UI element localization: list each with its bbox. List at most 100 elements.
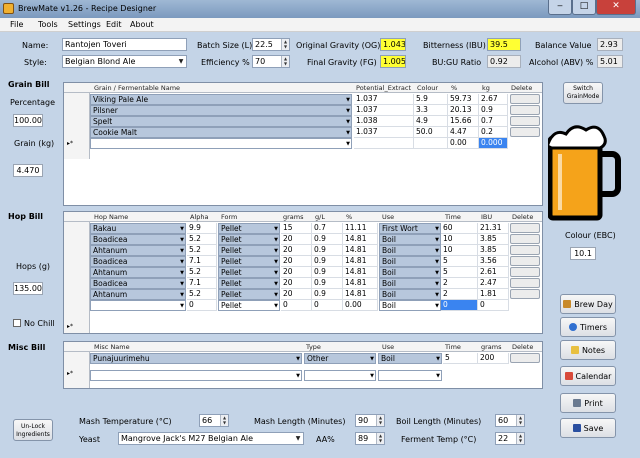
new-hop-name-cell[interactable]: ▼ [90, 300, 186, 311]
spin-arrows-icon[interactable]: ▲ ▼ [376, 433, 384, 444]
delete-row-button[interactable] [510, 278, 540, 288]
hop-form-cell[interactable]: Pellet ▼ [218, 256, 280, 267]
misc-new-name-cell[interactable]: ▼ [90, 370, 302, 381]
hop-grams-cell[interactable]: 20 [281, 289, 312, 300]
hop-form-cell[interactable]: Pellet ▼ [218, 223, 280, 234]
grain-new-kg-cell[interactable]: 0.000 [479, 138, 508, 149]
grain-colour-cell[interactable]: 4.9 [414, 116, 448, 127]
hop-alpha-cell[interactable]: 5.2 [187, 234, 217, 245]
hop-ibu-cell[interactable]: 1.81 [478, 289, 509, 300]
delete-row-button[interactable] [510, 223, 540, 233]
hop-use-cell[interactable]: Boil ▼ [379, 256, 441, 267]
menu-about[interactable]: About [130, 20, 154, 29]
hop-time-cell[interactable]: 60 [441, 223, 478, 234]
grain-colour-cell[interactable]: 50.0 [414, 127, 448, 138]
misc-new-use-cell[interactable]: ▼ [378, 370, 442, 381]
delete-row-button[interactable] [510, 234, 540, 244]
grain-colour-cell[interactable]: 5.9 [414, 94, 448, 105]
hop-form-cell[interactable]: Pellet ▼ [218, 289, 280, 300]
grain-extract-cell[interactable]: 1.037 [354, 105, 414, 116]
hop-pct-cell[interactable]: 14.81 [343, 234, 378, 245]
misc-grams-cell[interactable]: 200 [478, 353, 509, 364]
hop-ibu-cell[interactable]: 21.31 [478, 223, 509, 234]
new-hop-grams-cell[interactable]: 0 [281, 300, 312, 311]
print-button[interactable]: Print [560, 393, 616, 413]
menu-file[interactable]: File [10, 20, 23, 29]
hop-gl-cell[interactable]: 0.9 [312, 234, 343, 245]
hop-alpha-cell[interactable]: 9.9 [187, 223, 217, 234]
hop-gl-cell[interactable]: 0.9 [312, 267, 343, 278]
hop-gl-cell[interactable]: 0.7 [312, 223, 343, 234]
spin-arrows-icon[interactable]: ▲ ▼ [220, 415, 228, 426]
hop-pct-cell[interactable]: 14.81 [343, 267, 378, 278]
hop-pct-cell[interactable]: 11.11 [343, 223, 378, 234]
hop-grams-cell[interactable]: 20 [281, 278, 312, 289]
grain-extract-cell[interactable]: 1.038 [354, 116, 414, 127]
hop-alpha-cell[interactable]: 5.2 [187, 267, 217, 278]
misc-use-cell[interactable]: Boil ▼ [378, 353, 442, 364]
grain-kg-cell[interactable]: 0.7 [479, 116, 508, 127]
hop-time-cell[interactable]: 10 [441, 234, 478, 245]
misc-new-type-cell[interactable]: ▼ [304, 370, 376, 381]
new-hop-ibu-cell[interactable]: 0 [478, 300, 509, 311]
grain-new-colour-cell[interactable] [414, 138, 448, 149]
boil-length-stepper[interactable]: 60 ▲ ▼ [495, 414, 525, 427]
close-button[interactable]: ✕ [596, 0, 636, 15]
grain-extract-cell[interactable]: 1.037 [354, 127, 414, 138]
menu-edit[interactable]: Edit [106, 20, 122, 29]
hop-form-cell[interactable]: Pellet ▼ [218, 245, 280, 256]
mash-temp-stepper[interactable]: 66 ▲ ▼ [199, 414, 229, 427]
hop-use-cell[interactable]: Boil ▼ [379, 289, 441, 300]
hop-use-cell[interactable]: Boil ▼ [379, 245, 441, 256]
grain-name-cell[interactable]: Viking Pale Ale ▼ [90, 94, 352, 105]
notes-button[interactable]: Notes [560, 340, 616, 360]
mash-length-stepper[interactable]: 90 ▲ ▼ [355, 414, 385, 427]
new-hop-use-cell[interactable]: Boil ▼ [379, 300, 441, 311]
delete-row-button[interactable] [510, 289, 540, 299]
hop-form-cell[interactable]: Pellet ▼ [218, 267, 280, 278]
delete-row-button[interactable] [510, 116, 540, 126]
batch-size-stepper[interactable]: 22.5 ▲ ▼ [252, 38, 290, 51]
grain-name-cell[interactable]: Pilsner ▼ [90, 105, 352, 116]
hop-use-cell[interactable]: First Wort ▼ [379, 223, 441, 234]
delete-row-button[interactable] [510, 245, 540, 255]
new-hop-alpha-cell[interactable]: 0 [187, 300, 217, 311]
hop-pct-cell[interactable]: 14.81 [343, 289, 378, 300]
efficiency-stepper[interactable]: 70 ▲ ▼ [252, 55, 290, 68]
hop-grams-cell[interactable]: 20 [281, 267, 312, 278]
grain-name-cell[interactable]: Spelt ▼ [90, 116, 352, 127]
maximize-button[interactable]: □ [572, 0, 596, 15]
hop-time-cell[interactable]: 5 [441, 256, 478, 267]
hop-use-cell[interactable]: Boil ▼ [379, 267, 441, 278]
hop-time-cell[interactable]: 10 [441, 245, 478, 256]
hop-ibu-cell[interactable]: 3.85 [478, 234, 509, 245]
misc-time-cell[interactable]: 5 [443, 353, 478, 364]
hop-alpha-cell[interactable]: 7.1 [187, 256, 217, 267]
hop-name-cell[interactable]: Boadicea ▼ [90, 256, 186, 267]
grain-extract-cell[interactable]: 1.037 [354, 94, 414, 105]
hop-pct-cell[interactable]: 14.81 [343, 278, 378, 289]
hop-pct-cell[interactable]: 14.81 [343, 256, 378, 267]
hop-gl-cell[interactable]: 0.9 [312, 278, 343, 289]
hop-grams-cell[interactable]: 20 [281, 245, 312, 256]
hop-name-cell[interactable]: Boadicea ▼ [90, 278, 186, 289]
menu-settings[interactable]: Settings [68, 20, 101, 29]
hop-grams-cell[interactable]: 20 [281, 256, 312, 267]
hop-ibu-cell[interactable]: 2.61 [478, 267, 509, 278]
grain-kg-cell[interactable]: 0.2 [479, 127, 508, 138]
hop-time-cell[interactable]: 2 [441, 278, 478, 289]
hop-grams-cell[interactable]: 15 [281, 223, 312, 234]
hop-alpha-cell[interactable]: 7.1 [187, 278, 217, 289]
new-hop-gl-cell[interactable]: 0 [312, 300, 343, 311]
grain-kg-cell[interactable]: 2.67 [479, 94, 508, 105]
hop-gl-cell[interactable]: 0.9 [312, 256, 343, 267]
aa-stepper[interactable]: 89 ▲ ▼ [355, 432, 385, 445]
delete-row-button[interactable] [510, 105, 540, 115]
delete-row-button[interactable] [510, 94, 540, 104]
new-hop-time-cell[interactable]: 0 [441, 300, 478, 311]
grain-pct-cell[interactable]: 15.66 [448, 116, 479, 127]
save-button[interactable]: Save [560, 418, 616, 438]
grain-new-pct-cell[interactable]: 0.00 [448, 138, 479, 149]
calendar-button[interactable]: Calendar [560, 366, 616, 386]
yeast-select[interactable]: Mangrove Jack's M27 Belgian Ale ▼ [118, 432, 304, 445]
